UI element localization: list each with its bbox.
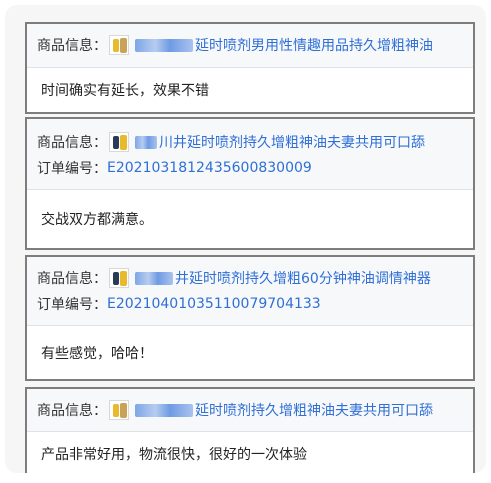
redacted-brand <box>135 38 193 52</box>
review-comment: 有些感觉，哈哈！ <box>41 345 153 362</box>
product-info-row[interactable]: 商品信息： 延时喷剂持久增粗神油夫妻共用可口舔 <box>37 397 463 423</box>
review-comment: 产品非常好用，物流很快，很好的一次体验 <box>41 447 307 463</box>
product-info-row[interactable]: 商品信息： 延时喷剂男用性情趣用品持久增粗神油 <box>37 32 463 58</box>
redacted-brand <box>135 271 173 285</box>
order-number-label: 订单编号： <box>37 297 107 313</box>
product-info-row[interactable]: 商品信息： 井延时喷剂持久增粗60分钟神油调情神器 <box>37 265 463 291</box>
product-info-section: 商品信息： 延时喷剂男用性情趣用品持久增粗神油 <box>27 24 473 68</box>
review-card: 商品信息： 延时喷剂男用性情趣用品持久增粗神油 时间确实有延长，效果不错 <box>25 22 475 114</box>
order-number-row: 订单编号： E2021031812435600830009 <box>37 155 463 181</box>
review-card: 商品信息： 井延时喷剂持久增粗60分钟神油调情神器 订单编号： E2021040… <box>25 255 475 381</box>
review-comment: 时间确实有延长，效果不错 <box>41 83 209 99</box>
redacted-brand <box>135 135 157 149</box>
product-thumbnail <box>109 132 129 152</box>
order-number-value: E20210401035110079704133 <box>107 296 321 312</box>
redacted-brand <box>135 403 193 417</box>
order-number-value: E2021031812435600830009 <box>107 160 312 176</box>
product-thumbnail <box>109 400 129 420</box>
product-info-row[interactable]: 商品信息： 川井延时喷剂持久增粗神油夫妻共用可口舔 <box>37 129 463 155</box>
product-name-link[interactable]: 井延时喷剂持久增粗60分钟神油调情神器 <box>175 268 431 288</box>
product-info-label: 商品信息： <box>37 403 107 419</box>
product-info-label: 商品信息： <box>37 271 107 287</box>
product-name-link[interactable]: 延时喷剂男用性情趣用品持久增粗神油 <box>195 35 433 55</box>
review-card: 商品信息： 延时喷剂持久增粗神油夫妻共用可口舔 产品非常好用，物流很快，很好的一… <box>25 387 475 473</box>
product-info-label: 商品信息： <box>37 38 107 54</box>
product-info-section: 商品信息： 延时喷剂持久增粗神油夫妻共用可口舔 <box>27 389 473 432</box>
product-name-link[interactable]: 川井延时喷剂持久增粗神油夫妻共用可口舔 <box>159 132 425 152</box>
product-info-section: 商品信息： 川井延时喷剂持久增粗神油夫妻共用可口舔 订单编号： E2021031… <box>27 119 473 190</box>
review-card: 商品信息： 川井延时喷剂持久增粗神油夫妻共用可口舔 订单编号： E2021031… <box>25 117 475 250</box>
product-info-section: 商品信息： 井延时喷剂持久增粗60分钟神油调情神器 订单编号： E2021040… <box>27 257 473 326</box>
product-name-link[interactable]: 延时喷剂持久增粗神油夫妻共用可口舔 <box>195 400 433 420</box>
order-number-row: 订单编号： E20210401035110079704133 <box>37 291 463 317</box>
product-thumbnail <box>109 268 129 288</box>
review-list: 商品信息： 延时喷剂男用性情趣用品持久增粗神油 时间确实有延长，效果不错 商品信… <box>5 5 486 473</box>
review-comment: 交战双方都满意。 <box>41 212 153 228</box>
product-thumbnail <box>109 35 129 55</box>
product-info-label: 商品信息： <box>37 135 107 151</box>
order-number-label: 订单编号： <box>37 161 107 177</box>
